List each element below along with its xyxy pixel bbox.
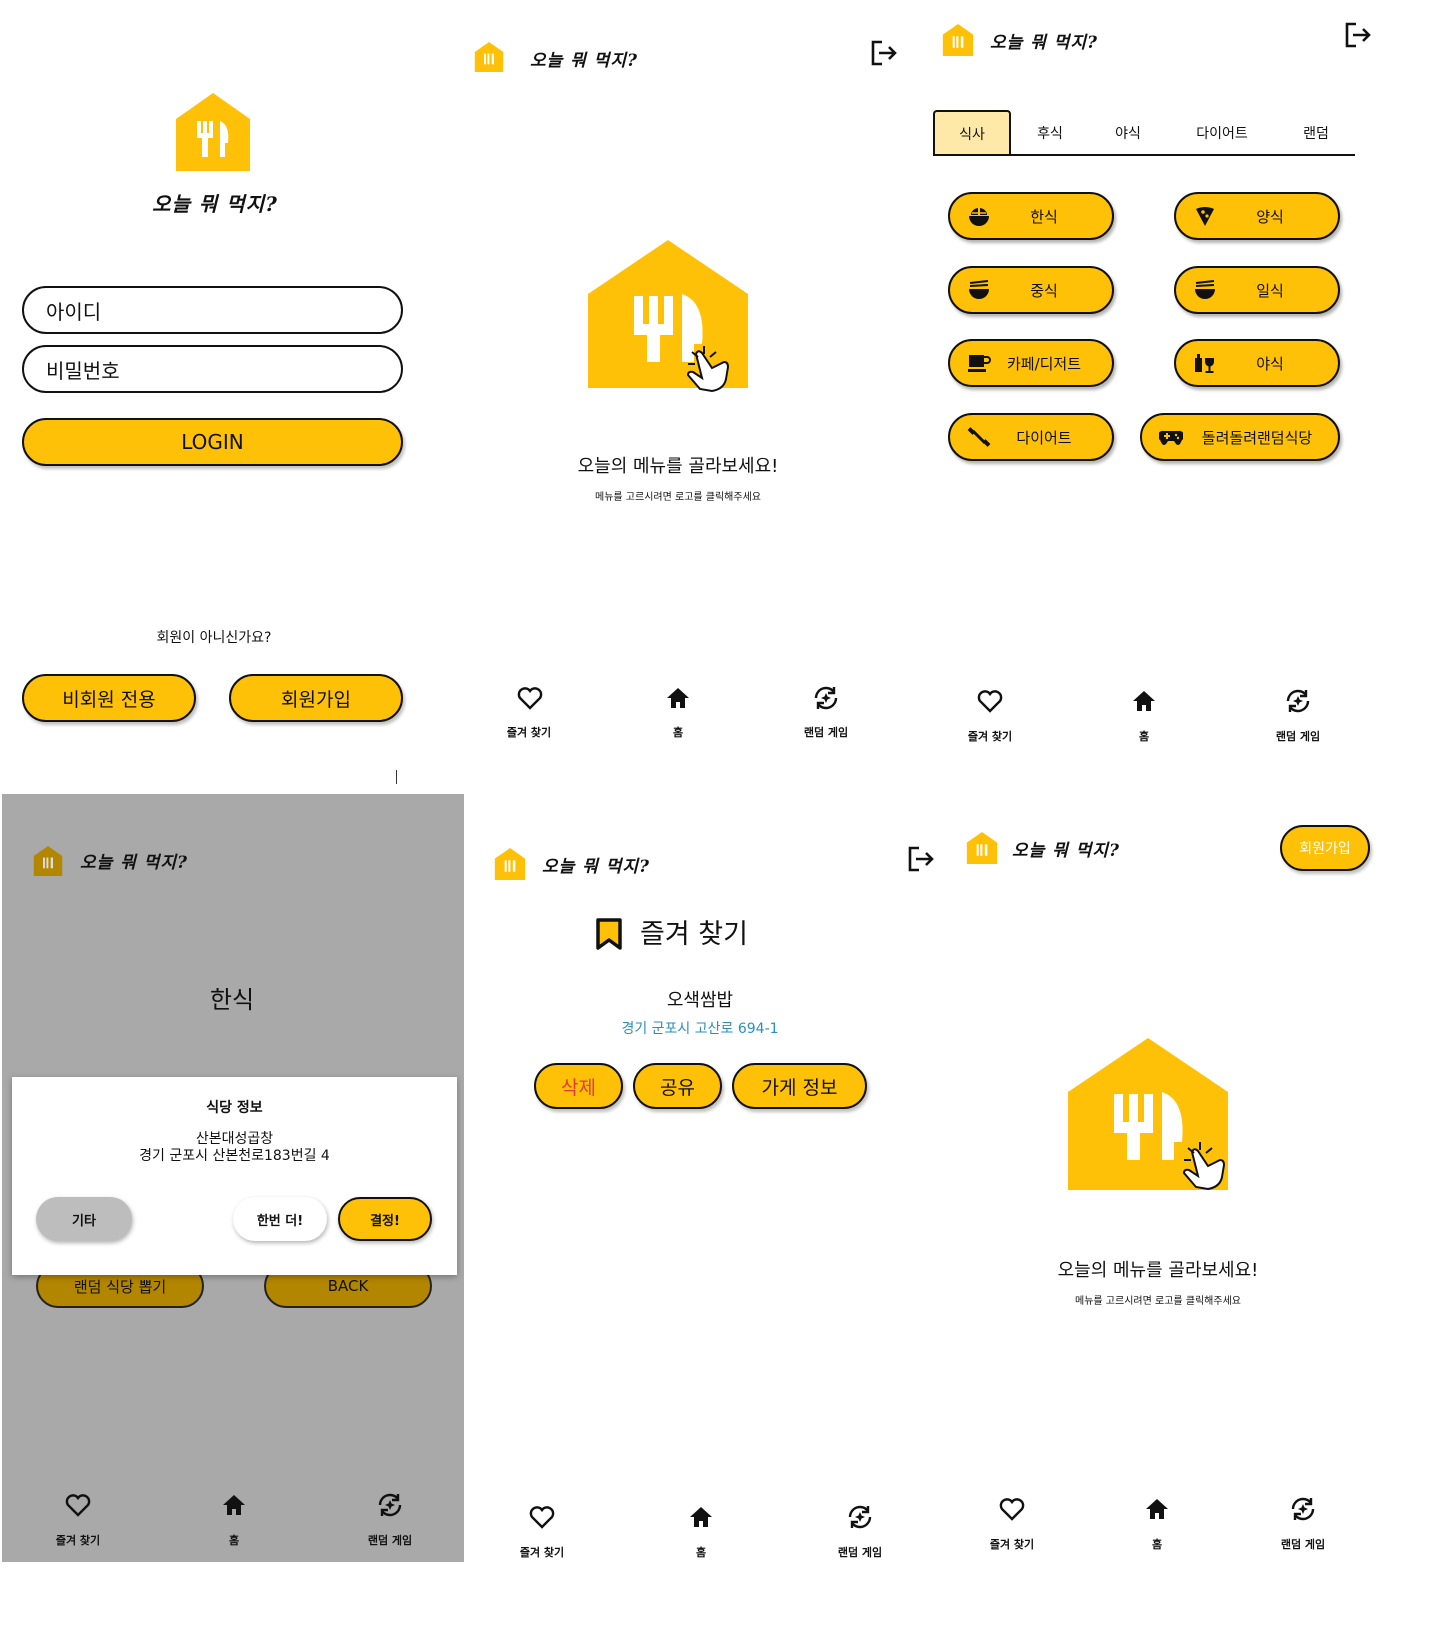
favorites-heart-icon bbox=[65, 1494, 91, 1517]
store-info-button[interactable]: 가게 정보 bbox=[732, 1063, 867, 1109]
favorites-heart-icon[interactable] bbox=[976, 687, 1004, 715]
nav-favorites-label[interactable]: 즐겨 찾기 bbox=[967, 1536, 1057, 1552]
dialog-restaurant-address: 경기 군포시 산본천로183번길 4 bbox=[139, 1148, 330, 1164]
not-member-text: 회원이 아니신가요? bbox=[156, 630, 272, 646]
login-button[interactable]: LOGIN bbox=[22, 418, 403, 466]
nav-home-label[interactable]: 홈 bbox=[633, 724, 723, 740]
random-game-icon[interactable] bbox=[846, 1503, 874, 1531]
favorites-heart-icon[interactable] bbox=[516, 684, 544, 712]
nav-favorites-label[interactable]: 즐겨 찾기 bbox=[484, 724, 574, 740]
nav-random-label: 랜덤 게임 bbox=[367, 1534, 413, 1547]
nav-home-label[interactable]: 홈 bbox=[1112, 1536, 1202, 1552]
try-again-button[interactable]: 한번 더! bbox=[233, 1197, 327, 1241]
favorite-restaurant-name: 오색쌈밥 bbox=[666, 990, 734, 1011]
bookmark-icon bbox=[596, 918, 622, 950]
home-subtext: 메뉴를 고르시려면 로고를 클릭해주세요 bbox=[595, 492, 761, 503]
nav-random-label[interactable]: 랜덤 게임 bbox=[1253, 728, 1343, 744]
tab-random[interactable]: 랜덤 bbox=[1280, 110, 1352, 156]
guest-signup-button[interactable]: 회원가입 bbox=[1280, 825, 1370, 871]
header-title: 오늘 뭐 먹지? bbox=[530, 51, 638, 71]
category-japanese-button[interactable]: 일식 bbox=[1174, 266, 1340, 314]
logout-icon[interactable] bbox=[906, 846, 936, 872]
category-late-night-button[interactable]: 야식 bbox=[1174, 339, 1340, 387]
nav-home-label: 홈 bbox=[228, 1534, 240, 1547]
favorite-restaurant-address[interactable]: 경기 군포시 고산로 694-1 bbox=[560, 1018, 840, 1038]
header-logo-icon[interactable] bbox=[966, 832, 998, 864]
logout-icon[interactable] bbox=[1344, 22, 1372, 48]
logout-icon[interactable] bbox=[870, 40, 898, 66]
home-headline: 오늘의 메뉴를 골라보세요! bbox=[577, 456, 779, 477]
category-chinese-button[interactable]: 중식 bbox=[948, 266, 1114, 314]
app-logo-icon bbox=[176, 93, 250, 171]
password-input[interactable]: 비밀번호 bbox=[22, 345, 403, 393]
menu-picker-logo-icon[interactable] bbox=[588, 240, 748, 398]
random-game-icon[interactable] bbox=[1284, 687, 1312, 715]
noodle-bowl-icon bbox=[1192, 277, 1218, 303]
home-icon[interactable] bbox=[687, 1503, 715, 1531]
coffee-icon bbox=[966, 350, 992, 376]
login-app-title: 오늘 뭐 먹지? bbox=[152, 192, 278, 216]
dialog-title: 식당 정보 bbox=[206, 1100, 263, 1116]
random-game-icon bbox=[378, 1493, 402, 1517]
random-game-icon[interactable] bbox=[1289, 1495, 1317, 1523]
nav-random-label[interactable]: 랜덤 게임 bbox=[815, 1544, 905, 1560]
home-icon[interactable] bbox=[664, 684, 692, 712]
tab-underline bbox=[933, 154, 1355, 156]
header-logo-icon[interactable] bbox=[942, 24, 974, 56]
decide-button[interactable]: 결정! bbox=[338, 1197, 432, 1241]
tab-diet[interactable]: 다이어트 bbox=[1170, 110, 1274, 156]
header-title: 오늘 뭐 먹지? bbox=[80, 853, 188, 873]
header-title: 오늘 뭐 먹지? bbox=[542, 857, 650, 877]
noodle-bowl-icon bbox=[966, 277, 992, 303]
other-button[interactable]: 기타 bbox=[36, 1197, 132, 1241]
selected-category-title: 한식 bbox=[209, 986, 255, 1014]
random-result-screen: 오늘 뭐 먹지? 한식 랜덤 식당 뽑기 BACK 식당 정보 산본대성곱창 경… bbox=[2, 794, 464, 1562]
pizza-icon bbox=[1192, 203, 1218, 229]
fitness-icon bbox=[966, 424, 992, 450]
category-random-restaurant-button[interactable]: 돌려돌려랜덤식당 bbox=[1140, 413, 1340, 461]
random-game-icon[interactable] bbox=[812, 684, 840, 712]
nav-random-label[interactable]: 랜덤 게임 bbox=[1258, 1536, 1348, 1552]
drinks-icon bbox=[1192, 350, 1218, 376]
delete-button[interactable]: 삭제 bbox=[534, 1063, 623, 1109]
restaurant-dialog: 식당 정보 산본대성곱창 경기 군포시 산본천로183번길 4 기타 한번 더!… bbox=[12, 1077, 457, 1275]
nav-favorites-label[interactable]: 즐겨 찾기 bbox=[945, 728, 1035, 744]
nav-random-label[interactable]: 랜덤 게임 bbox=[781, 724, 871, 740]
rice-bowl-icon bbox=[966, 203, 992, 229]
category-western-button[interactable]: 양식 bbox=[1174, 192, 1340, 240]
home-headline: 오늘의 메뉴를 골라보세요! bbox=[1057, 1260, 1259, 1281]
favorites-heart-icon[interactable] bbox=[528, 1503, 556, 1531]
nav-home-label[interactable]: 홈 bbox=[656, 1544, 746, 1560]
category-cafe-button[interactable]: 카페/디저트 bbox=[948, 339, 1114, 387]
share-button[interactable]: 공유 bbox=[633, 1063, 722, 1109]
header-title: 오늘 뭐 먹지? bbox=[1012, 841, 1120, 861]
category-korean-button[interactable]: 한식 bbox=[948, 192, 1114, 240]
category-diet-button[interactable]: 다이어트 bbox=[948, 413, 1114, 461]
nav-home-label[interactable]: 홈 bbox=[1099, 728, 1189, 744]
tab-meal[interactable]: 식사 bbox=[933, 110, 1011, 156]
header-title: 오늘 뭐 먹지? bbox=[990, 33, 1098, 53]
tab-late-night[interactable]: 야식 bbox=[1090, 110, 1166, 156]
nav-favorites-label[interactable]: 즐겨 찾기 bbox=[497, 1544, 587, 1560]
home-icon[interactable] bbox=[1143, 1495, 1171, 1523]
home-icon[interactable] bbox=[1130, 687, 1158, 715]
username-input[interactable]: 아이디 bbox=[22, 286, 403, 334]
signup-button[interactable]: 회원가입 bbox=[229, 674, 403, 722]
menu-picker-logo-icon[interactable] bbox=[1068, 1038, 1228, 1196]
guest-button[interactable]: 비회원 전용 bbox=[22, 674, 196, 722]
divider-mark bbox=[396, 770, 397, 784]
header-logo-icon[interactable] bbox=[474, 42, 504, 72]
home-icon bbox=[223, 1495, 245, 1515]
header-logo-icon bbox=[33, 846, 63, 876]
header-logo-icon[interactable] bbox=[494, 848, 526, 880]
home-subtext: 메뉴를 고르시려면 로고를 클릭해주세요 bbox=[1075, 1296, 1241, 1307]
tab-dessert[interactable]: 후식 bbox=[1012, 110, 1088, 156]
gamepad-icon bbox=[1158, 424, 1184, 450]
nav-favorites-label: 즐겨 찾기 bbox=[55, 1534, 101, 1547]
favorites-heart-icon[interactable] bbox=[998, 1495, 1026, 1523]
favorites-title: 즐겨 찾기 bbox=[640, 919, 748, 950]
